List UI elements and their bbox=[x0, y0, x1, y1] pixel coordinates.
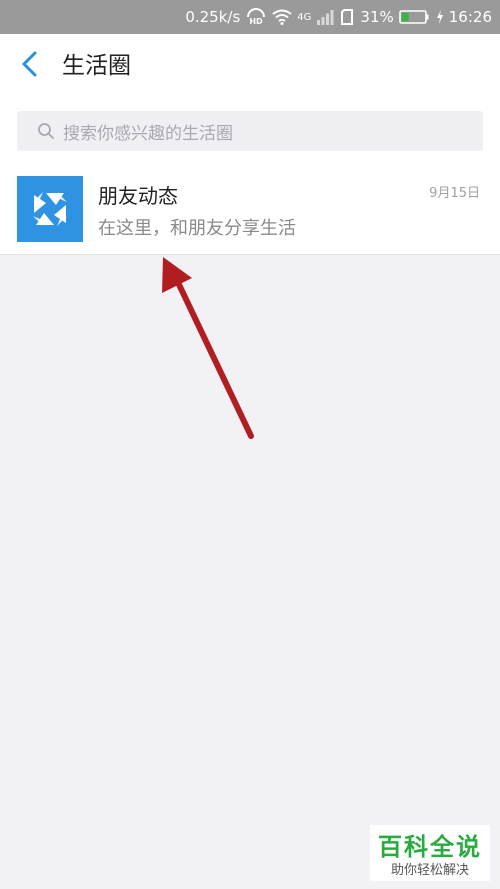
battery-icon bbox=[398, 9, 431, 25]
back-button[interactable] bbox=[10, 48, 50, 84]
list-item-friend-moments[interactable]: 朋友动态 在这里，和朋友分享生活 9月15日 bbox=[0, 164, 500, 255]
watermark-logo: 百科全说 助你轻松解决 bbox=[370, 825, 490, 881]
signal-icon bbox=[316, 9, 334, 25]
search-placeholder: 搜索你感兴趣的生活圈 bbox=[63, 123, 233, 144]
status-bar: 0.25k/s HD 4G 31% 16:26 bbox=[0, 0, 500, 34]
nav-bar: 生活圈 bbox=[0, 34, 500, 98]
search-input[interactable]: 搜索你感兴趣的生活圈 bbox=[17, 111, 483, 151]
search-area: 搜索你感兴趣的生活圈 bbox=[0, 98, 500, 164]
item-title: 朋友动态 bbox=[98, 184, 178, 208]
battery-percent: 31% bbox=[360, 8, 394, 26]
watermark-title: 百科全说 bbox=[378, 833, 482, 861]
chevron-left-icon bbox=[20, 50, 40, 82]
watermark-subtitle: 助你轻松解决 bbox=[390, 863, 469, 878]
network-speed: 0.25k/s bbox=[185, 8, 241, 26]
svg-text:HD: HD bbox=[250, 17, 264, 26]
clock: 16:26 bbox=[448, 8, 492, 26]
item-subtitle: 在这里，和朋友分享生活 bbox=[98, 218, 296, 239]
wifi-icon bbox=[272, 9, 292, 25]
item-date: 9月15日 bbox=[429, 186, 480, 201]
network-type: 4G bbox=[297, 11, 312, 23]
aperture-icon bbox=[17, 176, 83, 242]
hd-badge: HD bbox=[245, 8, 267, 26]
page-title: 生活圈 bbox=[62, 53, 131, 79]
search-icon bbox=[37, 122, 55, 140]
charging-icon bbox=[436, 10, 444, 24]
sim-card-icon bbox=[339, 8, 355, 26]
